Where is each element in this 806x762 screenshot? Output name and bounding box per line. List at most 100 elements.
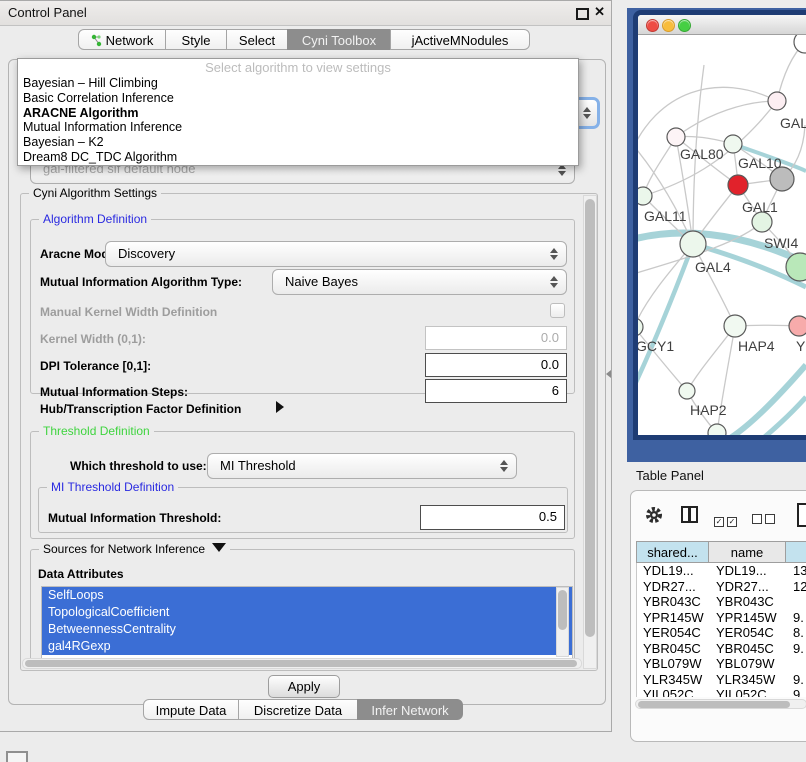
network-node-label: GAL [780,115,806,131]
clipped-table-icon[interactable] [797,503,806,527]
dropdown-item[interactable]: Mutual Information Inference [18,120,578,135]
network-node-gal10[interactable] [724,135,742,153]
control-panel-window: Control Panel ✕ Network StyleSelectCyni T… [0,0,612,732]
tab-jactivemnodules[interactable]: jActiveMNodules [390,29,530,50]
network-edge[interactable] [643,137,676,196]
zoom-traffic-light-icon[interactable] [678,19,691,32]
table-row[interactable]: YPR145WYPR145W9. [637,610,806,626]
attributes-list-scrollbar[interactable] [556,587,569,657]
network-edge-thick[interactable] [720,365,806,436]
network-edge-thick[interactable] [756,397,806,436]
hub-section-label[interactable]: Hub/Transcription Factor Definition [40,402,241,416]
dropdown-item[interactable]: Basic Correlation Inference [18,91,578,106]
panel-divider-handle[interactable] [606,370,611,378]
table-row[interactable]: YLR345WYLR345W9. [637,672,806,688]
tab-select[interactable]: Select [226,29,288,50]
kernel-width-input[interactable]: 0.0 [425,326,567,350]
network-canvas[interactable]: GALGAL80GAL10GAL1GAL11SWI4GAL4GCY1HAP4YH… [638,35,806,436]
data-attributes-list[interactable]: SelfLoopsTopologicalCoefficientBetweenne… [41,586,573,660]
table-row[interactable]: YIL052CYIL052C9. [637,687,806,697]
column-header[interactable] [786,541,806,563]
table-row[interactable]: YBR043CYBR043C [637,594,806,610]
table-hscrollbar-thumb[interactable] [638,701,790,708]
manual-kernel-checkbox[interactable] [550,303,565,318]
settings-group-title: Cyni Algorithm Settings [29,186,161,200]
bottom-tab-discretize-data[interactable]: Discretize Data [238,699,358,720]
settings-horizontal-scrollbar[interactable] [22,658,582,669]
close-traffic-light-icon[interactable] [646,19,659,32]
table-horizontal-scrollbar[interactable] [635,699,806,709]
mi-threshold-input[interactable]: 0.5 [420,505,565,530]
mi-steps-input[interactable]: 6 [425,379,567,403]
table-row[interactable]: YER054CYER054C8. [637,625,806,641]
attribute-list-item[interactable]: TopologicalCoefficient [42,604,572,621]
table-cell: 9. [787,672,806,688]
minimize-traffic-light-icon[interactable] [662,19,675,32]
table-row[interactable]: YDR27...YDR27...12 [637,579,806,595]
settings-vscrollbar-thumb[interactable] [585,199,595,637]
tab-network[interactable]: Network [78,29,166,50]
table-cell: 9. [787,610,806,626]
table-cell: YLR345W [637,672,710,688]
network-node-hap4[interactable] [724,315,746,337]
tab-cyni-toolbox[interactable]: Cyni Toolbox [287,29,391,50]
dropdown-item[interactable]: Bayesian – Hill Climbing [18,76,578,91]
network-node[interactable] [708,424,726,436]
apply-button[interactable]: Apply [268,675,340,698]
attribute-list-item[interactable]: BetweennessCentrality [42,621,572,638]
network-node-gal1[interactable] [728,175,748,195]
network-node-gal[interactable] [768,92,786,110]
mi-steps-label: Mutual Information Steps: [40,385,188,399]
column-header[interactable]: name [709,541,786,563]
attribute-list-item[interactable]: gal4RGexp [42,638,572,655]
mi-type-combobox[interactable]: Naive Bayes [272,269,567,295]
network-node-gal11[interactable] [638,187,652,205]
column-header[interactable]: shared... [636,541,709,563]
which-threshold-combobox[interactable]: MI Threshold [207,453,517,479]
dropdown-item[interactable]: Dream8 DC_TDC Algorithm [18,150,578,165]
attribute-list-item[interactable]: SelfLoops [42,587,572,604]
bottom-tab-impute-data[interactable]: Impute Data [143,699,239,720]
which-threshold-label: Which threshold to use: [70,459,207,473]
network-edge[interactable] [687,326,735,391]
network-node-y[interactable] [789,316,806,336]
table-row[interactable]: YBL079WYBL079W [637,656,806,672]
table-cell: YIL052C [637,687,710,697]
settings-vertical-scrollbar[interactable] [583,195,597,669]
network-node-hap2[interactable] [679,383,695,399]
table-row[interactable]: YDL19...YDL19...13 [637,563,806,579]
tab-label: Network [106,33,154,48]
gear-icon[interactable] [645,506,663,524]
network-node-swi4[interactable] [752,212,772,232]
dpi-tolerance-input[interactable]: 0.0 [425,353,567,377]
control-panel-titlebar[interactable]: Control Panel ✕ [0,1,611,26]
dropdown-item[interactable]: ARACNE Algorithm [18,106,578,121]
network-edge-thick[interactable] [638,244,693,395]
bottom-tab-infer-network[interactable]: Infer Network [357,699,463,720]
network-edge[interactable] [638,87,777,155]
table-row[interactable]: YBR045CYBR045C9. [637,641,806,657]
unselect-all-columns-icon[interactable] [752,511,778,529]
network-node-gcy1[interactable] [638,318,643,336]
table-cell [787,594,806,610]
float-window-icon[interactable] [576,8,589,20]
attributes-scrollbar-thumb[interactable] [558,590,567,630]
mi-type-label: Mutual Information Algorithm Type: [40,275,242,289]
select-all-columns-icon[interactable]: ✓✓ [714,511,740,529]
network-node[interactable] [794,35,806,53]
network-node-gal80[interactable] [667,128,685,146]
collapse-arrow-icon[interactable] [212,543,226,552]
network-window-titlebar[interactable] [638,15,806,35]
collapsed-panel-icon[interactable] [6,751,28,762]
aracne-mode-combobox[interactable]: Discovery [105,241,567,267]
settings-hscrollbar-thumb[interactable] [25,660,577,667]
sources-group-title[interactable]: Sources for Network Inference [39,542,230,556]
expand-arrow-icon[interactable] [276,401,284,413]
network-node-gal4[interactable] [680,231,706,257]
dropdown-item[interactable]: Bayesian – K2 [18,135,578,150]
tab-style[interactable]: Style [165,29,227,50]
tab-label: jActiveMNodules [412,33,509,48]
network-node-label: GAL80 [680,146,724,162]
close-icon[interactable]: ✕ [594,4,605,20]
split-columns-icon[interactable] [681,506,698,523]
